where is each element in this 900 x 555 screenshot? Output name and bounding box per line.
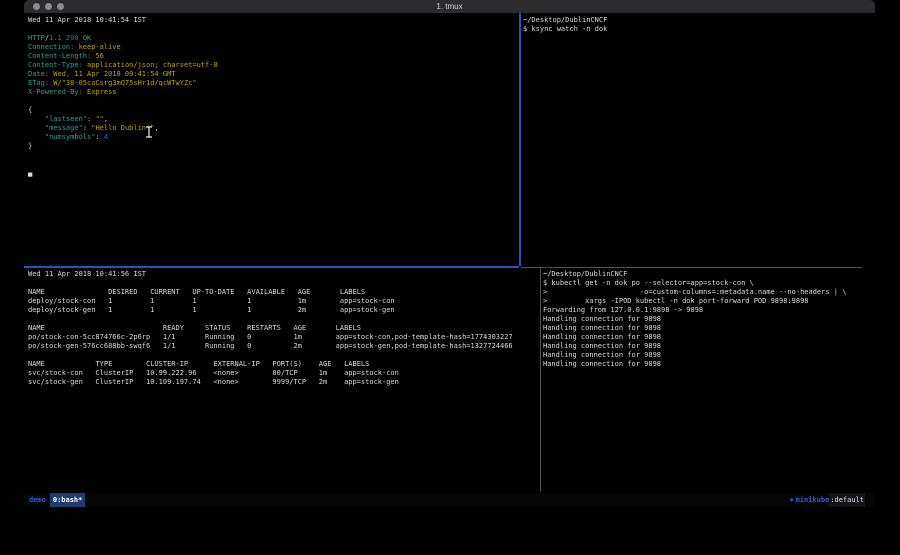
terminal-text-line: "message": "Hello Dublin!", (28, 124, 517, 133)
terminal-text-line (28, 151, 517, 160)
pane-divider-vertical-bottom[interactable] (540, 268, 541, 492)
terminal-text-line: NAME TYPE CLUSTER-IP EXTERNAL-IP PORT(S)… (28, 360, 536, 369)
terminal-text-line: Forwarding from 127.0.0.1:9898 -> 9898 (543, 306, 871, 315)
pane-port-forward[interactable]: ~/Desktop/DublinCNCF$ kubectl get -n dok… (543, 270, 871, 369)
desktop: 1. tmux Wed 11 Apr 2018 10:41:54 IST HTT… (0, 0, 900, 555)
terminal-text-line (28, 97, 517, 106)
terminal-text-line: $ kubectl get -n dok po --selector=app=s… (543, 279, 871, 288)
tmux-status-right: ⎈ minikube :default (789, 493, 865, 507)
terminal-text-line: Content-Type: application/json; charset=… (28, 61, 517, 70)
terminal-text-line (28, 160, 517, 169)
terminal-text-line: Handling connection for 9898 (543, 333, 871, 342)
terminal-text-line: > xargs -IPOD kubectl -n dok port-forwar… (543, 297, 871, 306)
terminal-text-line: Wed 11 Apr 2018 10:41:56 IST (28, 270, 536, 279)
terminal-text-line: deploy/stock-con 1 1 1 1 1m app=stock-co… (28, 297, 536, 306)
terminal-window: 1. tmux Wed 11 Apr 2018 10:41:54 IST HTT… (24, 0, 875, 510)
terminal-text-line: Wed 11 Apr 2018 10:41:54 IST (28, 16, 517, 25)
terminal-text-line: $ ksync watch -n dok (523, 25, 871, 34)
terminal-text-line: ~/Desktop/DublinCNCF (543, 270, 871, 279)
terminal-text-line: ~/Desktop/DublinCNCF (523, 16, 871, 25)
terminal-text-line: po/stock-con-5cc874766c-2p6rp 1/1 Runnin… (28, 333, 536, 342)
terminal-text-line: "lastseen": "", (28, 115, 517, 124)
terminal-text-line: Content-Length: 56 (28, 52, 517, 61)
kube-context-name: minikube (796, 493, 830, 507)
tmux-session-name: demo (29, 493, 46, 507)
terminal-text-line: Handling connection for 9898 (543, 351, 871, 360)
terminal-text-line: po/stock-gen-576cc688bb-swqf6 1/1 Runnin… (28, 342, 536, 351)
terminal-text-line: deploy/stock-gen 1 1 1 1 2m app=stock-ge… (28, 306, 536, 315)
terminal-text-line: Date: Wed, 11 Apr 2018 09:41:54 GMT (28, 70, 517, 79)
pane-divider-vertical-top[interactable] (519, 13, 521, 266)
window-title: 1. tmux (24, 0, 875, 13)
kubernetes-helm-icon: ⎈ (789, 493, 793, 507)
pane-divider-horizontal-left[interactable] (24, 266, 519, 268)
terminal-text-line (28, 25, 517, 34)
window-titlebar[interactable]: 1. tmux (24, 0, 875, 13)
mouse-cursor-ibeam (145, 123, 153, 142)
terminal-text-line: > -o=custom-columns=:metadata.name --no-… (543, 288, 871, 297)
pane-http-response[interactable]: Wed 11 Apr 2018 10:41:54 IST HTTP/1.1 20… (28, 16, 517, 178)
terminal-text-line (28, 315, 536, 324)
terminal-text-line: Handling connection for 9898 (543, 360, 871, 369)
tmux-status-bar: demo 0:bash* ⎈ minikube :default (24, 493, 875, 507)
terminal-text-line: "numsymbols": 4 (28, 133, 517, 142)
terminal-text-line: Handling connection for 9898 (543, 342, 871, 351)
pane-kubectl-get[interactable]: Wed 11 Apr 2018 10:41:56 IST NAME DESIRE… (28, 270, 536, 387)
terminal-text-line: Handling connection for 9898 (543, 324, 871, 333)
terminal-text-line: HTTP/1.1 200 OK (28, 34, 517, 43)
terminal-text-line: NAME READY STATUS RESTARTS AGE LABELS (28, 324, 536, 333)
terminal-text-line: svc/stock-gen ClusterIP 10.109.197.74 <n… (28, 378, 536, 387)
terminal-content: Wed 11 Apr 2018 10:41:54 IST HTTP/1.1 20… (24, 13, 875, 510)
terminal-text-line: NAME DESIRED CURRENT UP-TO-DATE AVAILABL… (28, 288, 536, 297)
terminal-text-line: Handling connection for 9898 (543, 315, 871, 324)
terminal-text-line (28, 351, 536, 360)
terminal-text-line: ▄ (28, 169, 517, 178)
kube-namespace: :default (829, 493, 865, 507)
pane-divider-horizontal-right[interactable] (521, 267, 862, 268)
terminal-text-line: ETag: W/"38-05coCsrg3mQ75sHr1d/qcWTwYZc" (28, 79, 517, 88)
terminal-text-line (28, 279, 536, 288)
terminal-text-line: svc/stock-con ClusterIP 10.99.222.96 <no… (28, 369, 536, 378)
pane-ksync-watch[interactable]: ~/Desktop/DublinCNCF$ ksync watch -n dok (523, 16, 871, 34)
tmux-window-tab[interactable]: 0:bash* (50, 493, 86, 507)
terminal-text-line: } (28, 142, 517, 151)
terminal-text-line: X-Powered-By: Express (28, 88, 517, 97)
terminal-text-line: Connection: keep-alive (28, 43, 517, 52)
terminal-text-line: { (28, 106, 517, 115)
